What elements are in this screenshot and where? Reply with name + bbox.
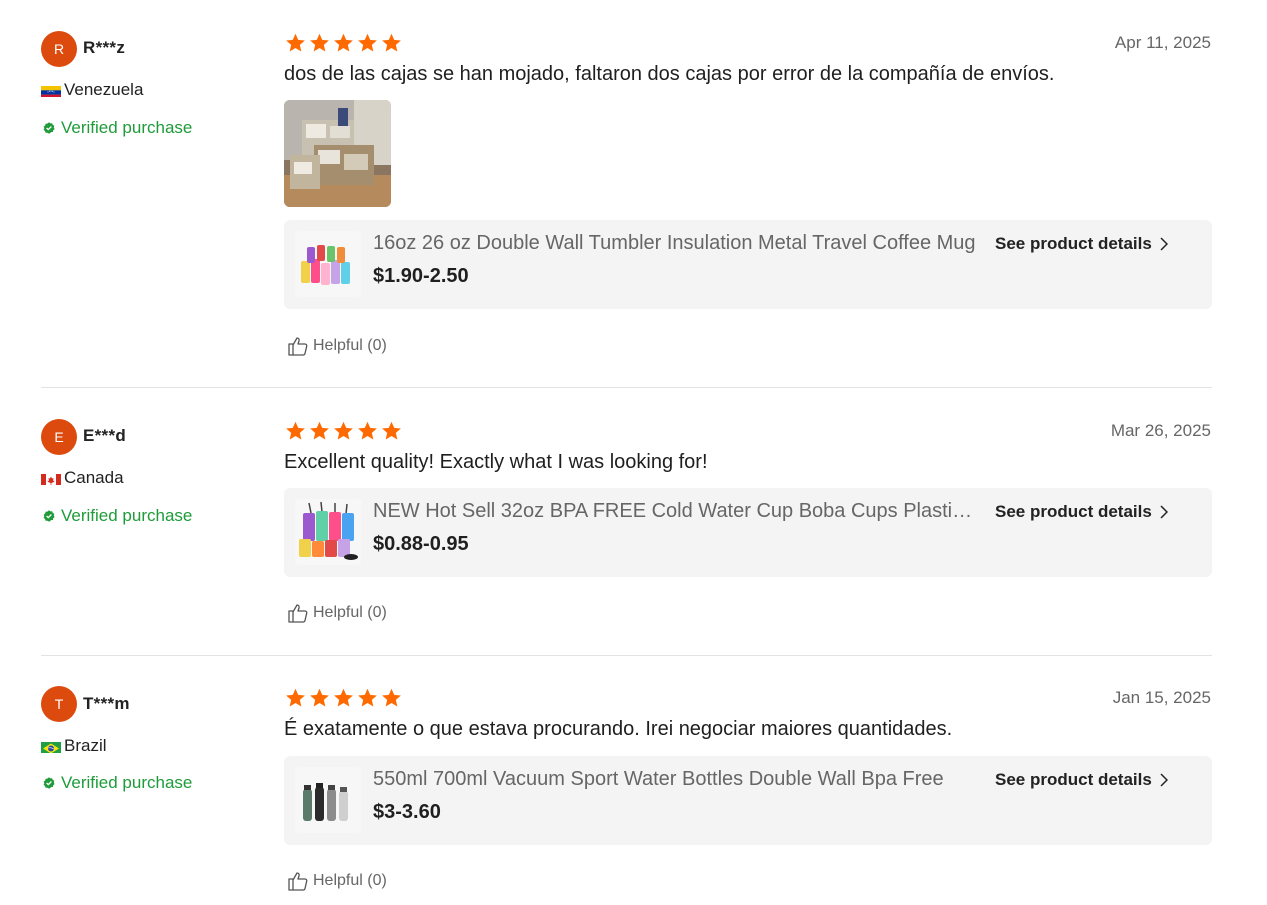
star-icon: [382, 33, 401, 52]
venezuela-flag-icon: [41, 84, 61, 97]
star-icon: [382, 421, 401, 440]
country-name: Venezuela: [64, 80, 144, 99]
chevron-right-icon: [1160, 237, 1168, 251]
thumbs-up-icon: [288, 872, 308, 891]
country-name: Canada: [64, 468, 124, 487]
divider: [41, 655, 1212, 656]
helpful-label: Helpful (0): [313, 872, 387, 889]
helpful-label: Helpful (0): [313, 337, 387, 354]
brazil-flag-icon: [41, 740, 61, 753]
avatar: T: [41, 686, 77, 722]
see-product-details-link[interactable]: See product details: [995, 502, 1168, 522]
verified-badge: Verified purchase: [43, 773, 192, 793]
star-icon: [358, 688, 377, 707]
review-date: Apr 11, 2025: [1114, 33, 1211, 52]
verified-label: Verified purchase: [61, 506, 193, 525]
product-price: $1.90-2.50: [373, 265, 469, 287]
thumbs-up-icon: [288, 604, 308, 623]
star-icon: [286, 688, 305, 707]
chevron-right-icon: [1160, 773, 1168, 787]
product-card[interactable]: 16oz 26 oz Double Wall Tumbler Insulatio…: [284, 220, 1212, 309]
product-title[interactable]: 16oz 26 oz Double Wall Tumbler Insulatio…: [373, 232, 981, 255]
see-product-details-label: See product details: [995, 234, 1152, 253]
product-thumbnail[interactable]: [295, 231, 361, 297]
review-date: Jan 15, 2025: [1112, 688, 1211, 707]
star-rating: [285, 33, 402, 53]
review-text: Excellent quality! Exactly what I was lo…: [284, 451, 708, 473]
country-name: Brazil: [64, 736, 107, 755]
canada-flag-icon: [41, 472, 61, 485]
helpful-button[interactable]: Helpful (0): [287, 602, 387, 624]
verified-icon: [43, 122, 55, 134]
product-card[interactable]: NEW Hot Sell 32oz BPA FREE Cold Water Cu…: [284, 488, 1212, 577]
star-icon: [310, 688, 329, 707]
helpful-label: Helpful (0): [313, 604, 387, 621]
product-thumbnail[interactable]: [295, 767, 361, 833]
reviewer-country: Canada: [41, 468, 124, 488]
product-title[interactable]: 550ml 700ml Vacuum Sport Water Bottles D…: [373, 768, 981, 791]
thumbs-up-icon: [288, 337, 308, 356]
product-price: $0.88-0.95: [373, 533, 469, 555]
star-icon: [358, 421, 377, 440]
product-price: $3-3.60: [373, 801, 441, 823]
avatar: R: [41, 31, 77, 67]
reviewer-country: Venezuela: [41, 80, 143, 100]
star-rating: [285, 421, 402, 441]
see-product-details-label: See product details: [995, 502, 1152, 521]
see-product-details-link[interactable]: See product details: [995, 234, 1168, 254]
verified-icon: [43, 777, 55, 789]
star-icon: [358, 33, 377, 52]
review-date: Mar 26, 2025: [1110, 421, 1211, 440]
verified-badge: Verified purchase: [43, 506, 192, 526]
see-product-details-label: See product details: [995, 770, 1152, 789]
chevron-right-icon: [1160, 505, 1168, 519]
star-icon: [334, 421, 353, 440]
review-text: dos de las cajas se han mojado, faltaron…: [284, 63, 1055, 85]
verified-label: Verified purchase: [61, 773, 193, 792]
star-icon: [286, 33, 305, 52]
product-title[interactable]: NEW Hot Sell 32oz BPA FREE Cold Water Cu…: [373, 500, 981, 523]
product-thumbnail[interactable]: [295, 499, 361, 565]
verified-icon: [43, 510, 55, 522]
star-icon: [286, 421, 305, 440]
reviewer-name: E***d: [83, 426, 127, 445]
reviewer-country: Brazil: [41, 736, 107, 756]
see-product-details-link[interactable]: See product details: [995, 770, 1168, 790]
divider: [41, 387, 1212, 388]
verified-label: Verified purchase: [61, 118, 193, 137]
avatar: E: [41, 419, 77, 455]
helpful-button[interactable]: Helpful (0): [287, 335, 387, 357]
helpful-button[interactable]: Helpful (0): [287, 870, 387, 892]
star-rating: [285, 688, 402, 708]
verified-badge: Verified purchase: [43, 118, 192, 138]
product-card[interactable]: 550ml 700ml Vacuum Sport Water Bottles D…: [284, 756, 1212, 845]
reviewer-name: R***z: [83, 38, 126, 57]
review-text: É exatamente o que estava procurando. Ir…: [284, 718, 953, 740]
star-icon: [310, 33, 329, 52]
reviewer-name: T***m: [83, 694, 130, 713]
review-photo[interactable]: [284, 100, 391, 207]
star-icon: [382, 688, 401, 707]
star-icon: [334, 33, 353, 52]
star-icon: [334, 688, 353, 707]
star-icon: [310, 421, 329, 440]
